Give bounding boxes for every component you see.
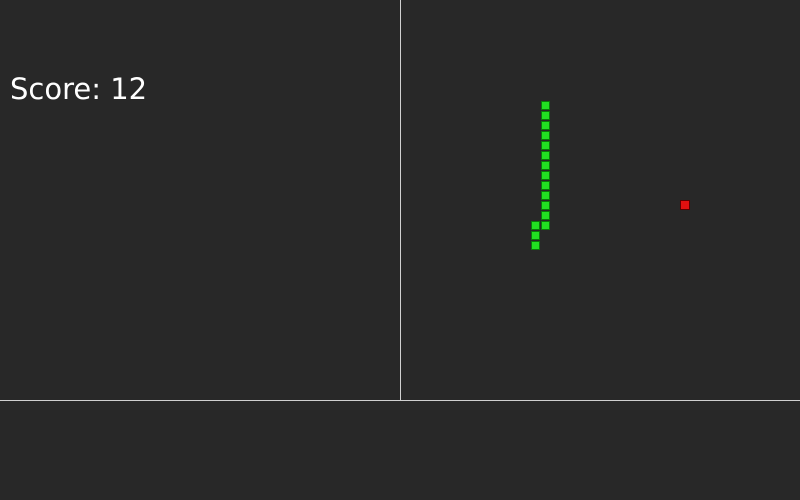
snake-head <box>540 100 550 110</box>
snake-segment <box>530 220 540 230</box>
score-label: Score: 12 <box>10 72 148 106</box>
snake-segment <box>530 230 540 240</box>
snake-segment <box>540 170 550 180</box>
snake-segment <box>540 110 550 120</box>
snake-segment <box>540 150 550 160</box>
snake-segment <box>540 200 550 210</box>
bottom-panel <box>0 401 800 500</box>
food-pellet <box>680 200 690 210</box>
snake-segment <box>540 140 550 150</box>
game-board[interactable] <box>400 0 800 400</box>
game-window: Score: 12 <box>0 0 800 500</box>
snake-segment <box>540 210 550 220</box>
snake-segment <box>540 160 550 170</box>
snake-segment <box>540 180 550 190</box>
snake-segment <box>540 130 550 140</box>
snake-segment <box>530 240 540 250</box>
snake-segment <box>540 120 550 130</box>
snake-segment <box>540 220 550 230</box>
snake-segment <box>540 190 550 200</box>
